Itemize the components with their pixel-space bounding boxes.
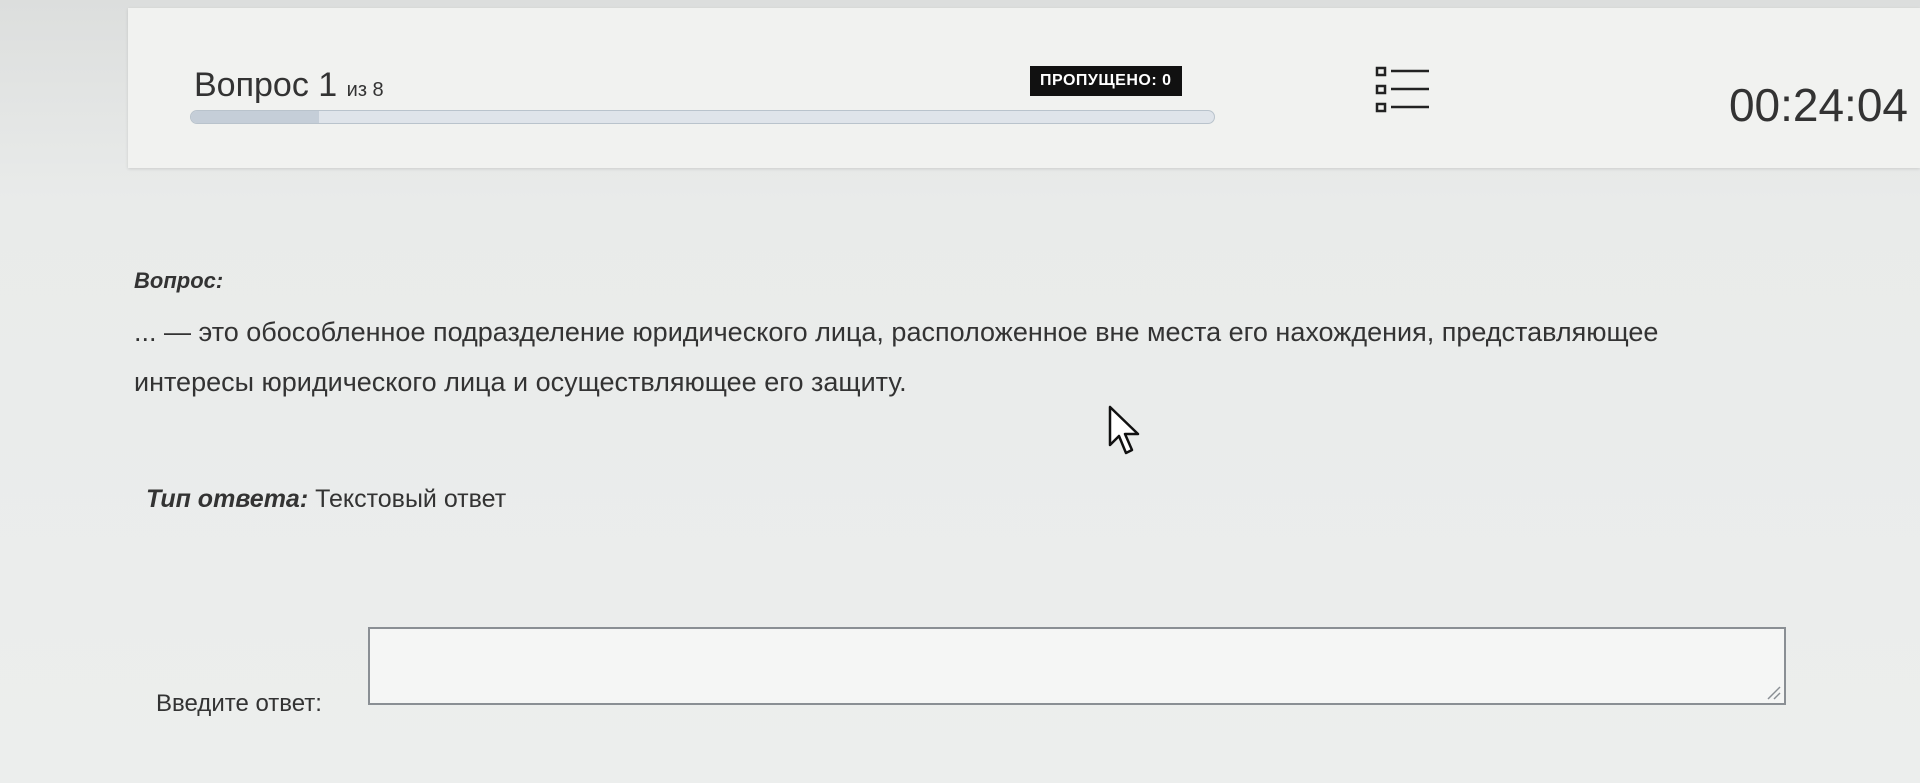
- progress-bar: [190, 110, 1215, 124]
- mouse-pointer-icon: [1108, 405, 1140, 455]
- countdown-timer: 00:24:04: [1728, 79, 1908, 131]
- progress-bar-fill: [191, 111, 319, 123]
- resize-grip-icon[interactable]: [1762, 681, 1782, 701]
- answer-type-label: Тип ответа:: [146, 485, 309, 513]
- list-icon-svg: [1375, 66, 1429, 113]
- answer-input-label: Введите ответ:: [156, 690, 322, 717]
- answer-input[interactable]: [368, 627, 1786, 705]
- question-counter-number: 1: [318, 66, 338, 104]
- question-heading: Вопрос:: [134, 268, 224, 293]
- answer-type-value: Текстовый ответ: [315, 485, 507, 513]
- question-text: ... — это обособленное подразделение юри…: [134, 317, 1659, 397]
- list-icon[interactable]: [1373, 64, 1437, 120]
- question-counter: Вопрос 1 из 8: [194, 66, 384, 105]
- test-page: Вопрос 1 из 8 ПРОПУЩЕНО: 0 00:24:04 Вопр…: [0, 0, 1920, 783]
- test-header: Вопрос 1 из 8 ПРОПУЩЕНО: 0 00:24:04: [128, 8, 1920, 168]
- question-counter-total: из 8: [346, 79, 384, 101]
- answer-type: Тип ответа: Текстовый ответ: [146, 485, 506, 514]
- skipped-badge: ПРОПУЩЕНО: 0: [1030, 66, 1182, 96]
- question-counter-label: Вопрос: [194, 66, 309, 104]
